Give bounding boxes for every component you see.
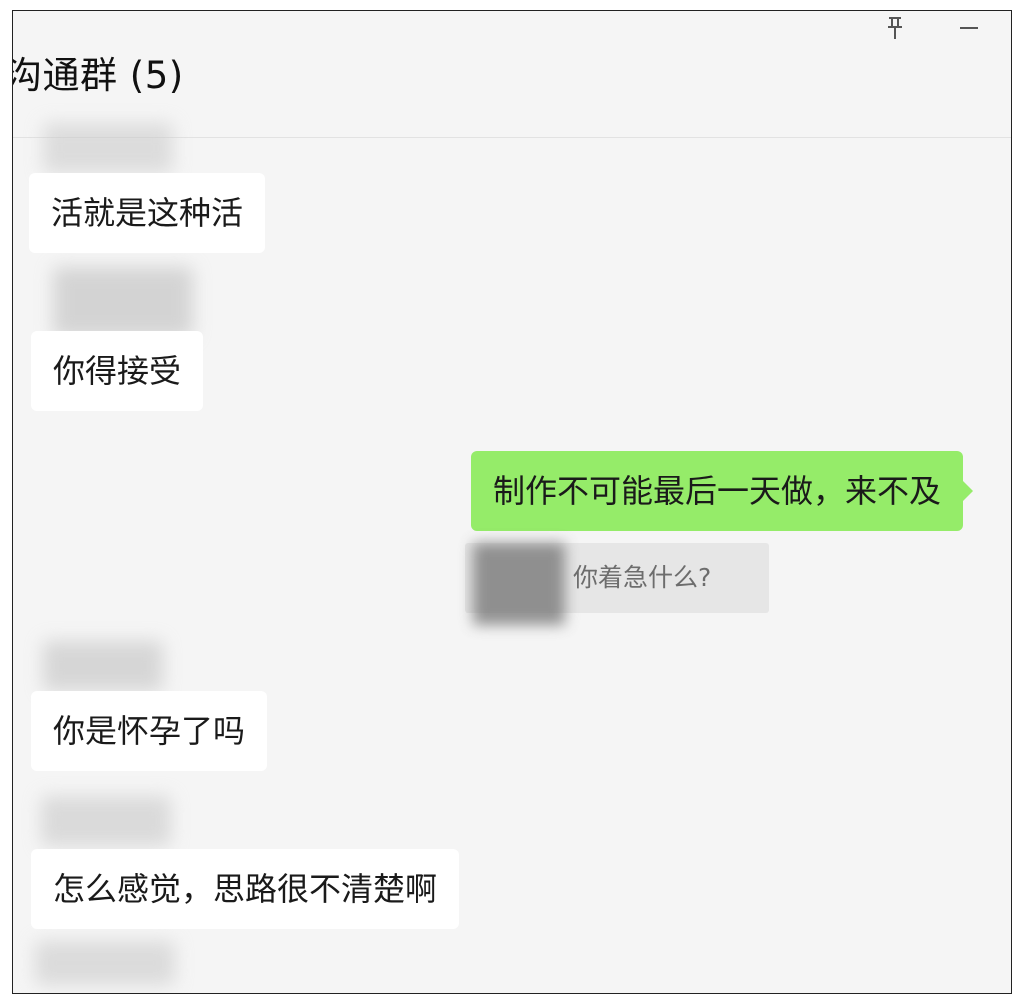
avatar	[41, 796, 171, 846]
message-bubble[interactable]: 你得接受	[31, 331, 204, 411]
message-bubble[interactable]: 怎么感觉，思路很不清楚啊	[31, 849, 460, 929]
chat-title: 沟通群 (5)	[12, 54, 184, 97]
quoted-text: 你着急什么?	[573, 563, 712, 592]
pin-icon[interactable]	[875, 13, 915, 43]
quoted-reply[interactable]: 你着急什么?	[465, 543, 769, 625]
avatar	[53, 267, 193, 337]
message-bubble[interactable]: 你是怀孕了吗	[31, 691, 268, 771]
message-bubble-outgoing[interactable]: 制作不可能最后一天做，来不及	[471, 451, 974, 531]
chat-header: 沟通群 (5)	[13, 11, 1011, 138]
chat-window: 沟通群 (5) 活就是这种活 你得接受 制作不可能最后一天做，来不及 你着急什么…	[12, 10, 1012, 994]
avatar	[43, 641, 163, 691]
avatar	[35, 941, 175, 985]
avatar	[473, 543, 565, 625]
minimize-icon[interactable]	[949, 13, 989, 43]
message-bubble[interactable]: 活就是这种活	[29, 173, 266, 253]
avatar	[43, 123, 173, 173]
